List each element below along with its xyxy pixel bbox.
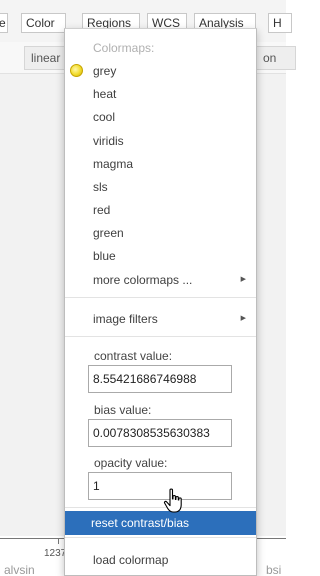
bias-label: bias value:	[94, 403, 152, 417]
colormap-item-magma[interactable]: magma	[65, 153, 256, 175]
bottom-right-text: bsi	[266, 563, 282, 576]
image-filters-item[interactable]: image filters ▶	[65, 308, 256, 330]
colormaps-header: Colormaps:	[93, 41, 155, 55]
toolbar-cut-button[interactable]: on	[256, 46, 296, 70]
more-colormaps-item[interactable]: more colormaps ... ▶	[65, 269, 256, 291]
contrast-value-input[interactable]	[88, 365, 232, 393]
image-filters-label: image filters	[93, 312, 158, 326]
colormap-item-heat[interactable]: heat	[65, 83, 256, 105]
colormap-item-viridis[interactable]: viridis	[65, 130, 256, 152]
colormap-item-red[interactable]: red	[65, 199, 256, 221]
opacity-value-input[interactable]	[88, 472, 232, 500]
colormap-item-green[interactable]: green	[65, 222, 256, 244]
colormap-item-grey[interactable]: grey	[65, 60, 256, 82]
menu-help-cut[interactable]: H	[268, 13, 292, 33]
submenu-arrow-icon: ▶	[240, 276, 246, 283]
menu-divider	[65, 507, 256, 508]
menu-divider	[65, 336, 256, 337]
menu-color[interactable]: Color	[21, 13, 66, 33]
colormap-menu: Colormaps: grey heat cool viridis magma …	[64, 28, 257, 576]
contrast-label: contrast value:	[94, 349, 173, 363]
bias-value-input[interactable]	[88, 419, 232, 447]
colormap-item-cool[interactable]: cool	[65, 106, 256, 128]
menu-file-cut[interactable]: e	[0, 13, 8, 33]
submenu-arrow-icon: ▶	[240, 315, 246, 322]
hand-pointer-icon	[163, 488, 182, 513]
selected-radio-icon	[70, 64, 83, 77]
menu-divider	[65, 297, 256, 298]
colormap-item-sls[interactable]: sls	[65, 176, 256, 198]
axis-tick-label: 1237	[44, 548, 67, 559]
opacity-label: opacity value:	[94, 456, 168, 470]
reset-contrast-bias-item[interactable]: reset contrast/bias	[65, 511, 256, 535]
more-colormaps-label: more colormaps ...	[93, 273, 193, 287]
colormap-item-label: grey	[93, 64, 117, 78]
menu-divider	[65, 537, 256, 538]
colormap-item-blue[interactable]: blue	[65, 245, 256, 267]
bottom-left-text: alvsin	[4, 563, 35, 576]
axis-tick	[58, 539, 59, 544]
load-colormap-item[interactable]: load colormap	[65, 549, 256, 571]
